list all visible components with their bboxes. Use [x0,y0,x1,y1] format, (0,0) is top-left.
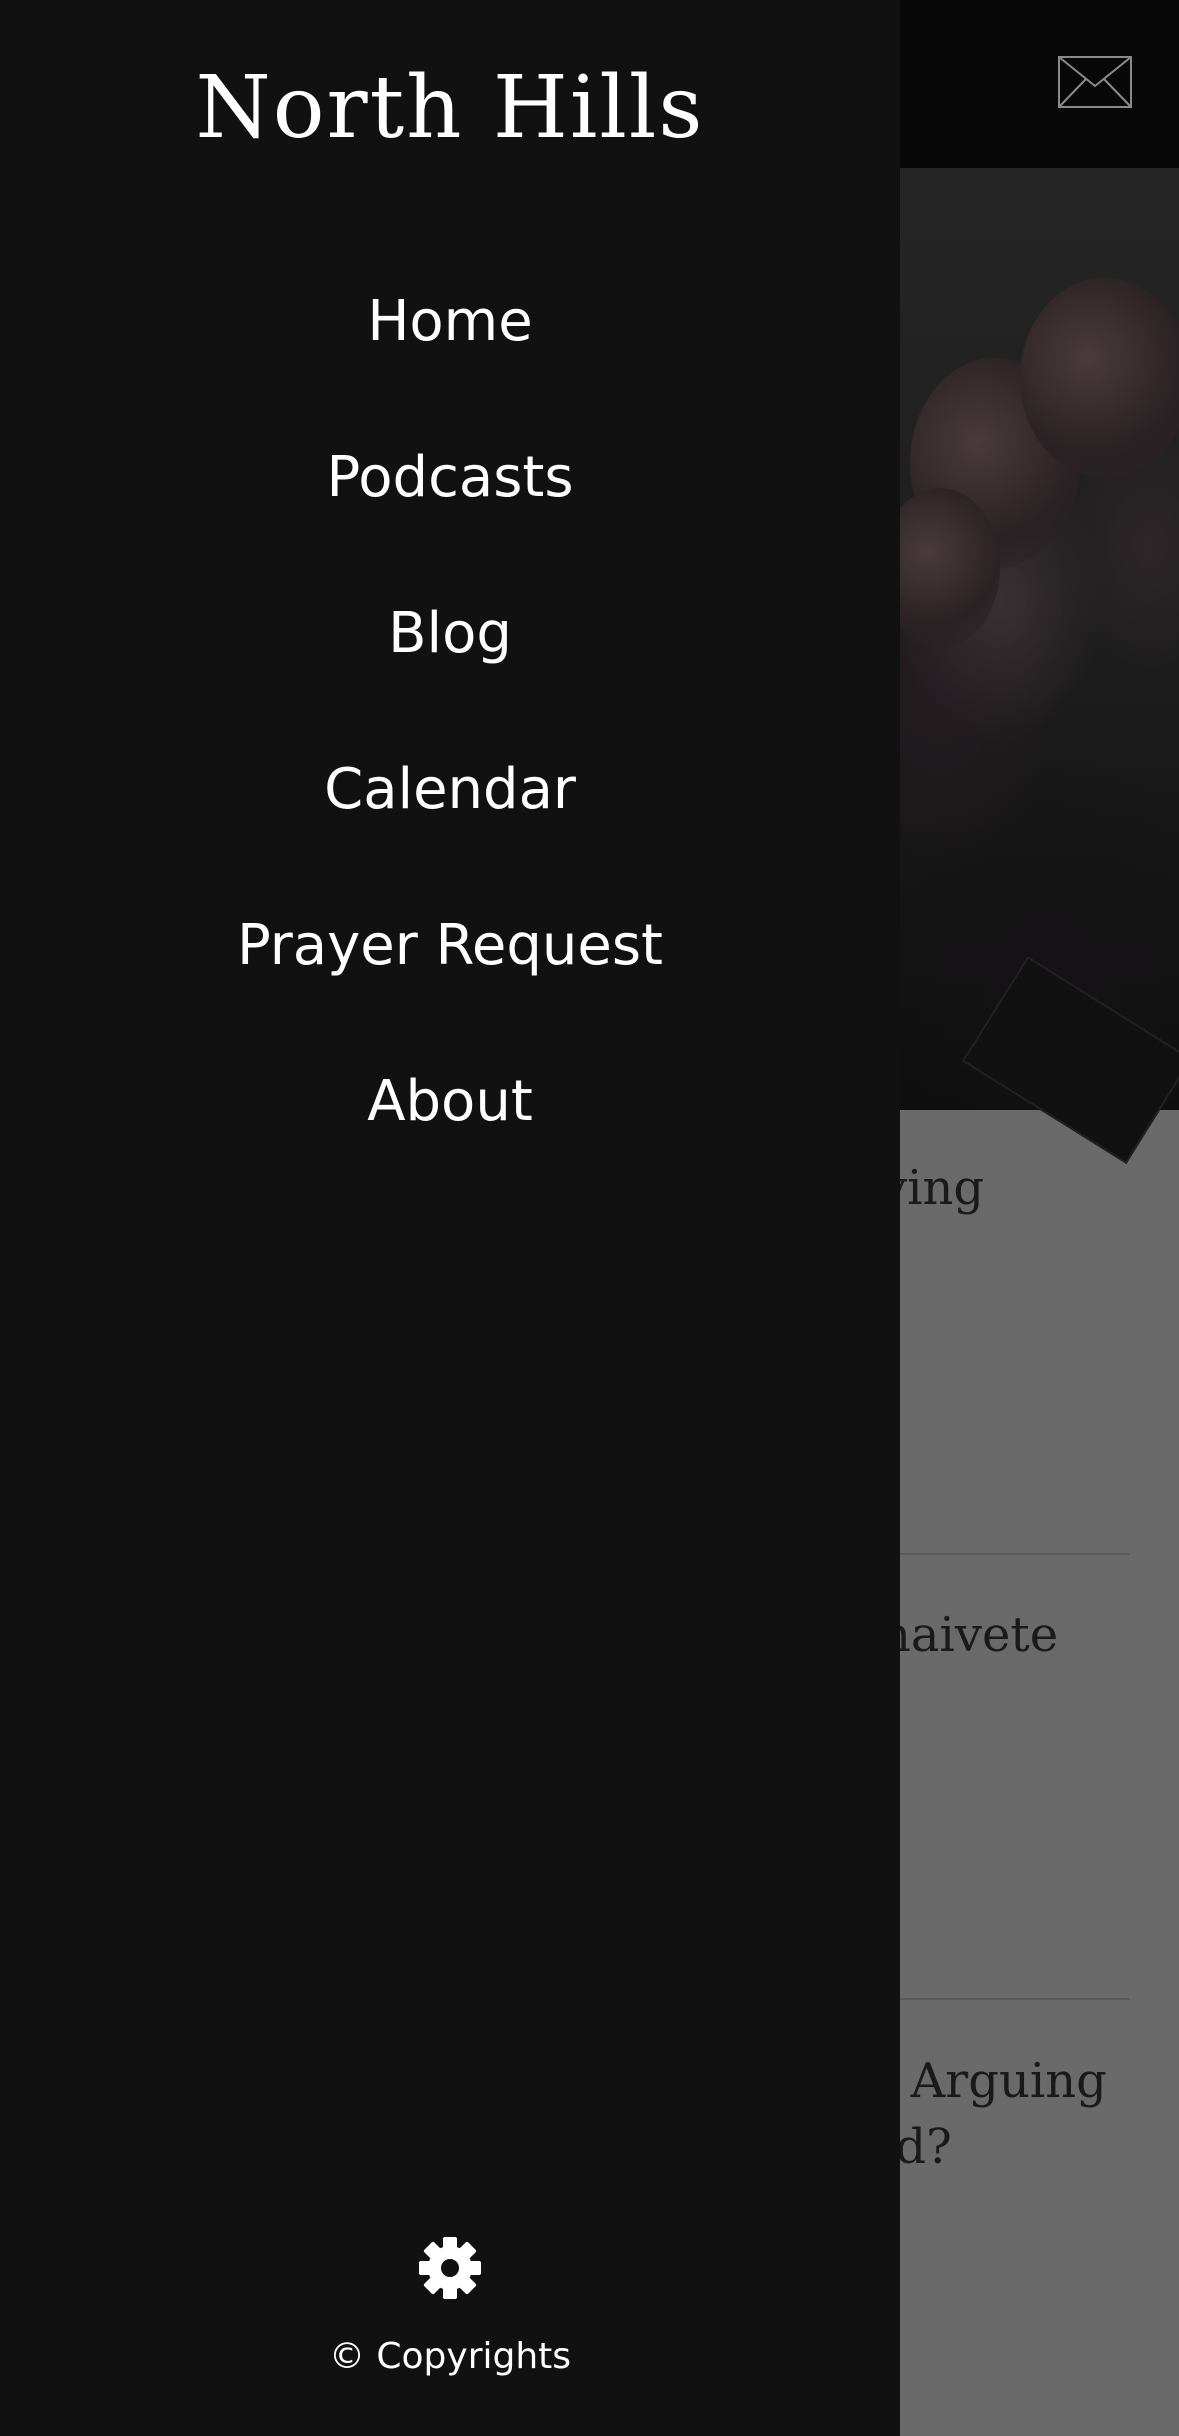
nav-item-podcasts[interactable]: Podcasts [0,426,900,582]
side-drawer: North Hills Home Podcasts Blog Calendar … [0,0,900,2436]
post-divider [880,1553,1130,1555]
nav-item-blog[interactable]: Blog [0,582,900,738]
nav-item-about[interactable]: About [0,1050,900,1206]
copyright-text: © Copyrights [328,2336,572,2377]
gear-icon[interactable] [418,2236,482,2300]
post-title[interactable]: naivete [880,1602,1058,1668]
nav-item-home[interactable]: Home [0,270,900,426]
mail-icon[interactable] [1058,56,1132,108]
nav-item-calendar[interactable]: Calendar [0,738,900,894]
nav-item-prayer-request[interactable]: Prayer Request [0,894,900,1050]
site-brand[interactable]: North Hills [0,58,900,158]
post-title[interactable]: ı Arguing ld? [880,2048,1107,2180]
post-divider [880,1998,1130,2000]
drawer-nav: Home Podcasts Blog Calendar Prayer Reque… [0,270,900,1206]
